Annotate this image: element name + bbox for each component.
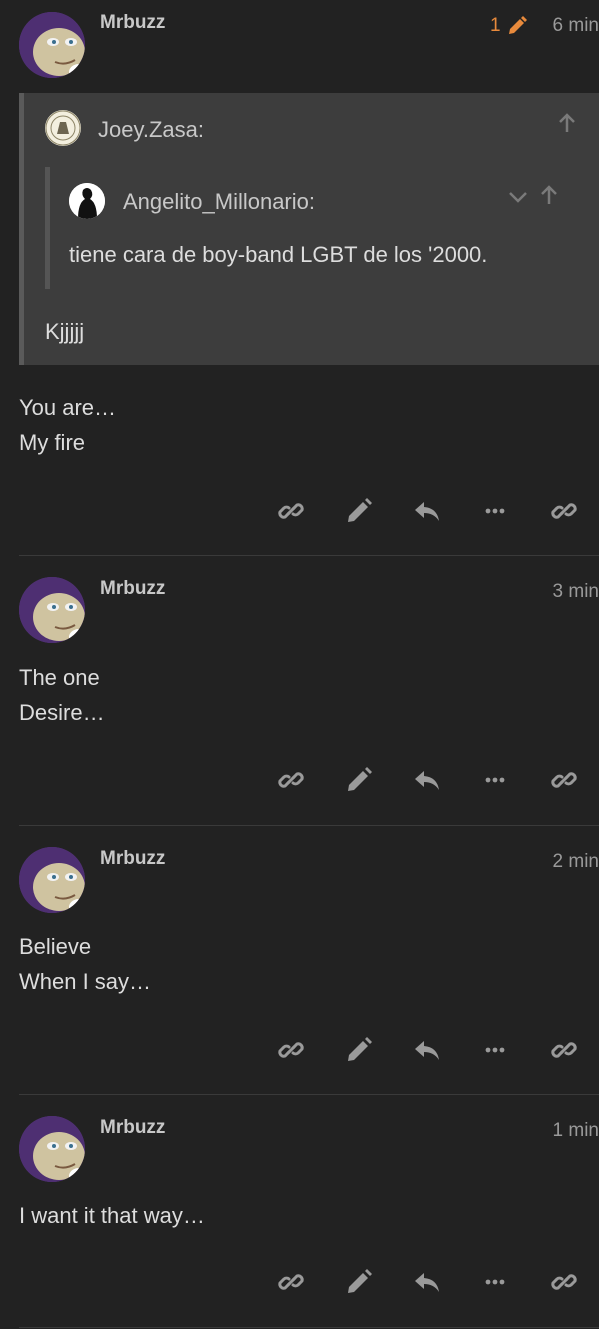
pencil-icon	[344, 1035, 374, 1070]
link-button[interactable]	[274, 767, 308, 797]
link-icon	[276, 496, 306, 531]
arrow-up-icon[interactable]	[556, 112, 578, 134]
link-button[interactable]	[547, 1269, 581, 1299]
post: Mrbuzz 3 min The one Desire…	[0, 555, 599, 825]
more-button[interactable]	[478, 1037, 512, 1067]
post-text-line: When I say…	[19, 969, 152, 994]
nested-quote-block	[45, 167, 575, 289]
post-text-line: The one	[19, 665, 100, 690]
reply-button[interactable]	[410, 1269, 444, 1299]
post-text-line: Believe	[19, 934, 92, 959]
link-icon	[549, 496, 579, 531]
avatar[interactable]	[19, 1116, 85, 1182]
link-icon	[276, 765, 306, 800]
link-button[interactable]	[274, 1269, 308, 1299]
more-icon	[480, 1035, 510, 1070]
post: Mrbuzz 1 6 min Joey.Zasa: Angelito_Millo…	[0, 0, 599, 555]
link-button[interactable]	[274, 498, 308, 528]
username[interactable]: Mrbuzz	[100, 1117, 165, 1139]
quote-text: tiene cara de boy-band LGBT de los '2000…	[69, 242, 488, 267]
reply-button[interactable]	[410, 767, 444, 797]
post-text-line: You are…	[19, 395, 117, 420]
link-icon	[549, 1267, 579, 1302]
reply-icon	[412, 765, 442, 800]
post-text-line: I want it that way…	[19, 1203, 205, 1228]
username[interactable]: Mrbuzz	[100, 848, 165, 870]
post-time[interactable]: 1 min	[553, 1120, 599, 1142]
avatar[interactable]	[69, 183, 105, 219]
divider	[19, 1327, 599, 1328]
quote-text: Kjjjjj	[45, 319, 85, 344]
link-button[interactable]	[547, 498, 581, 528]
reply-icon	[412, 1035, 442, 1070]
avatar[interactable]	[19, 577, 85, 643]
post-time[interactable]: 3 min	[553, 581, 599, 603]
avatar[interactable]	[19, 847, 85, 913]
link-icon	[549, 765, 579, 800]
link-button[interactable]	[547, 1037, 581, 1067]
username[interactable]: Mrbuzz	[100, 12, 165, 34]
reply-icon	[412, 1267, 442, 1302]
more-icon	[480, 496, 510, 531]
pencil-icon	[344, 1267, 374, 1302]
pencil-button[interactable]	[342, 765, 376, 800]
post-text-line: Desire…	[19, 700, 105, 725]
quote-author[interactable]: Joey.Zasa:	[98, 117, 204, 143]
link-button[interactable]	[547, 767, 581, 797]
avatar[interactable]	[19, 12, 85, 78]
pencil-icon	[344, 765, 374, 800]
more-icon	[480, 1267, 510, 1302]
avatar[interactable]	[45, 110, 81, 146]
chevron-down-icon[interactable]	[507, 186, 529, 208]
post: Mrbuzz 1 min I want it that way…	[0, 1094, 599, 1329]
more-icon	[480, 765, 510, 800]
reply-button[interactable]	[410, 498, 444, 528]
pencil-button[interactable]	[342, 496, 376, 531]
more-button[interactable]	[478, 1269, 512, 1299]
pencil-icon[interactable]	[506, 15, 528, 37]
quote-author[interactable]: Angelito_Millonario:	[123, 189, 315, 215]
post: Mrbuzz 2 min Believe When I say…	[0, 825, 599, 1095]
post-time[interactable]: 6 min	[553, 15, 599, 37]
arrow-up-icon[interactable]	[538, 184, 560, 206]
pencil-button[interactable]	[342, 1267, 376, 1302]
more-button[interactable]	[478, 498, 512, 528]
reply-button[interactable]	[410, 1037, 444, 1067]
username[interactable]: Mrbuzz	[100, 578, 165, 600]
edit-count[interactable]: 1	[490, 15, 501, 37]
link-button[interactable]	[274, 1037, 308, 1067]
reply-icon	[412, 496, 442, 531]
post-time[interactable]: 2 min	[553, 851, 599, 873]
link-icon	[276, 1035, 306, 1070]
pencil-icon	[344, 496, 374, 531]
pencil-button[interactable]	[342, 1035, 376, 1070]
post-text-line: My fire	[19, 430, 85, 455]
link-icon	[549, 1035, 579, 1070]
link-icon	[276, 1267, 306, 1302]
more-button[interactable]	[478, 767, 512, 797]
